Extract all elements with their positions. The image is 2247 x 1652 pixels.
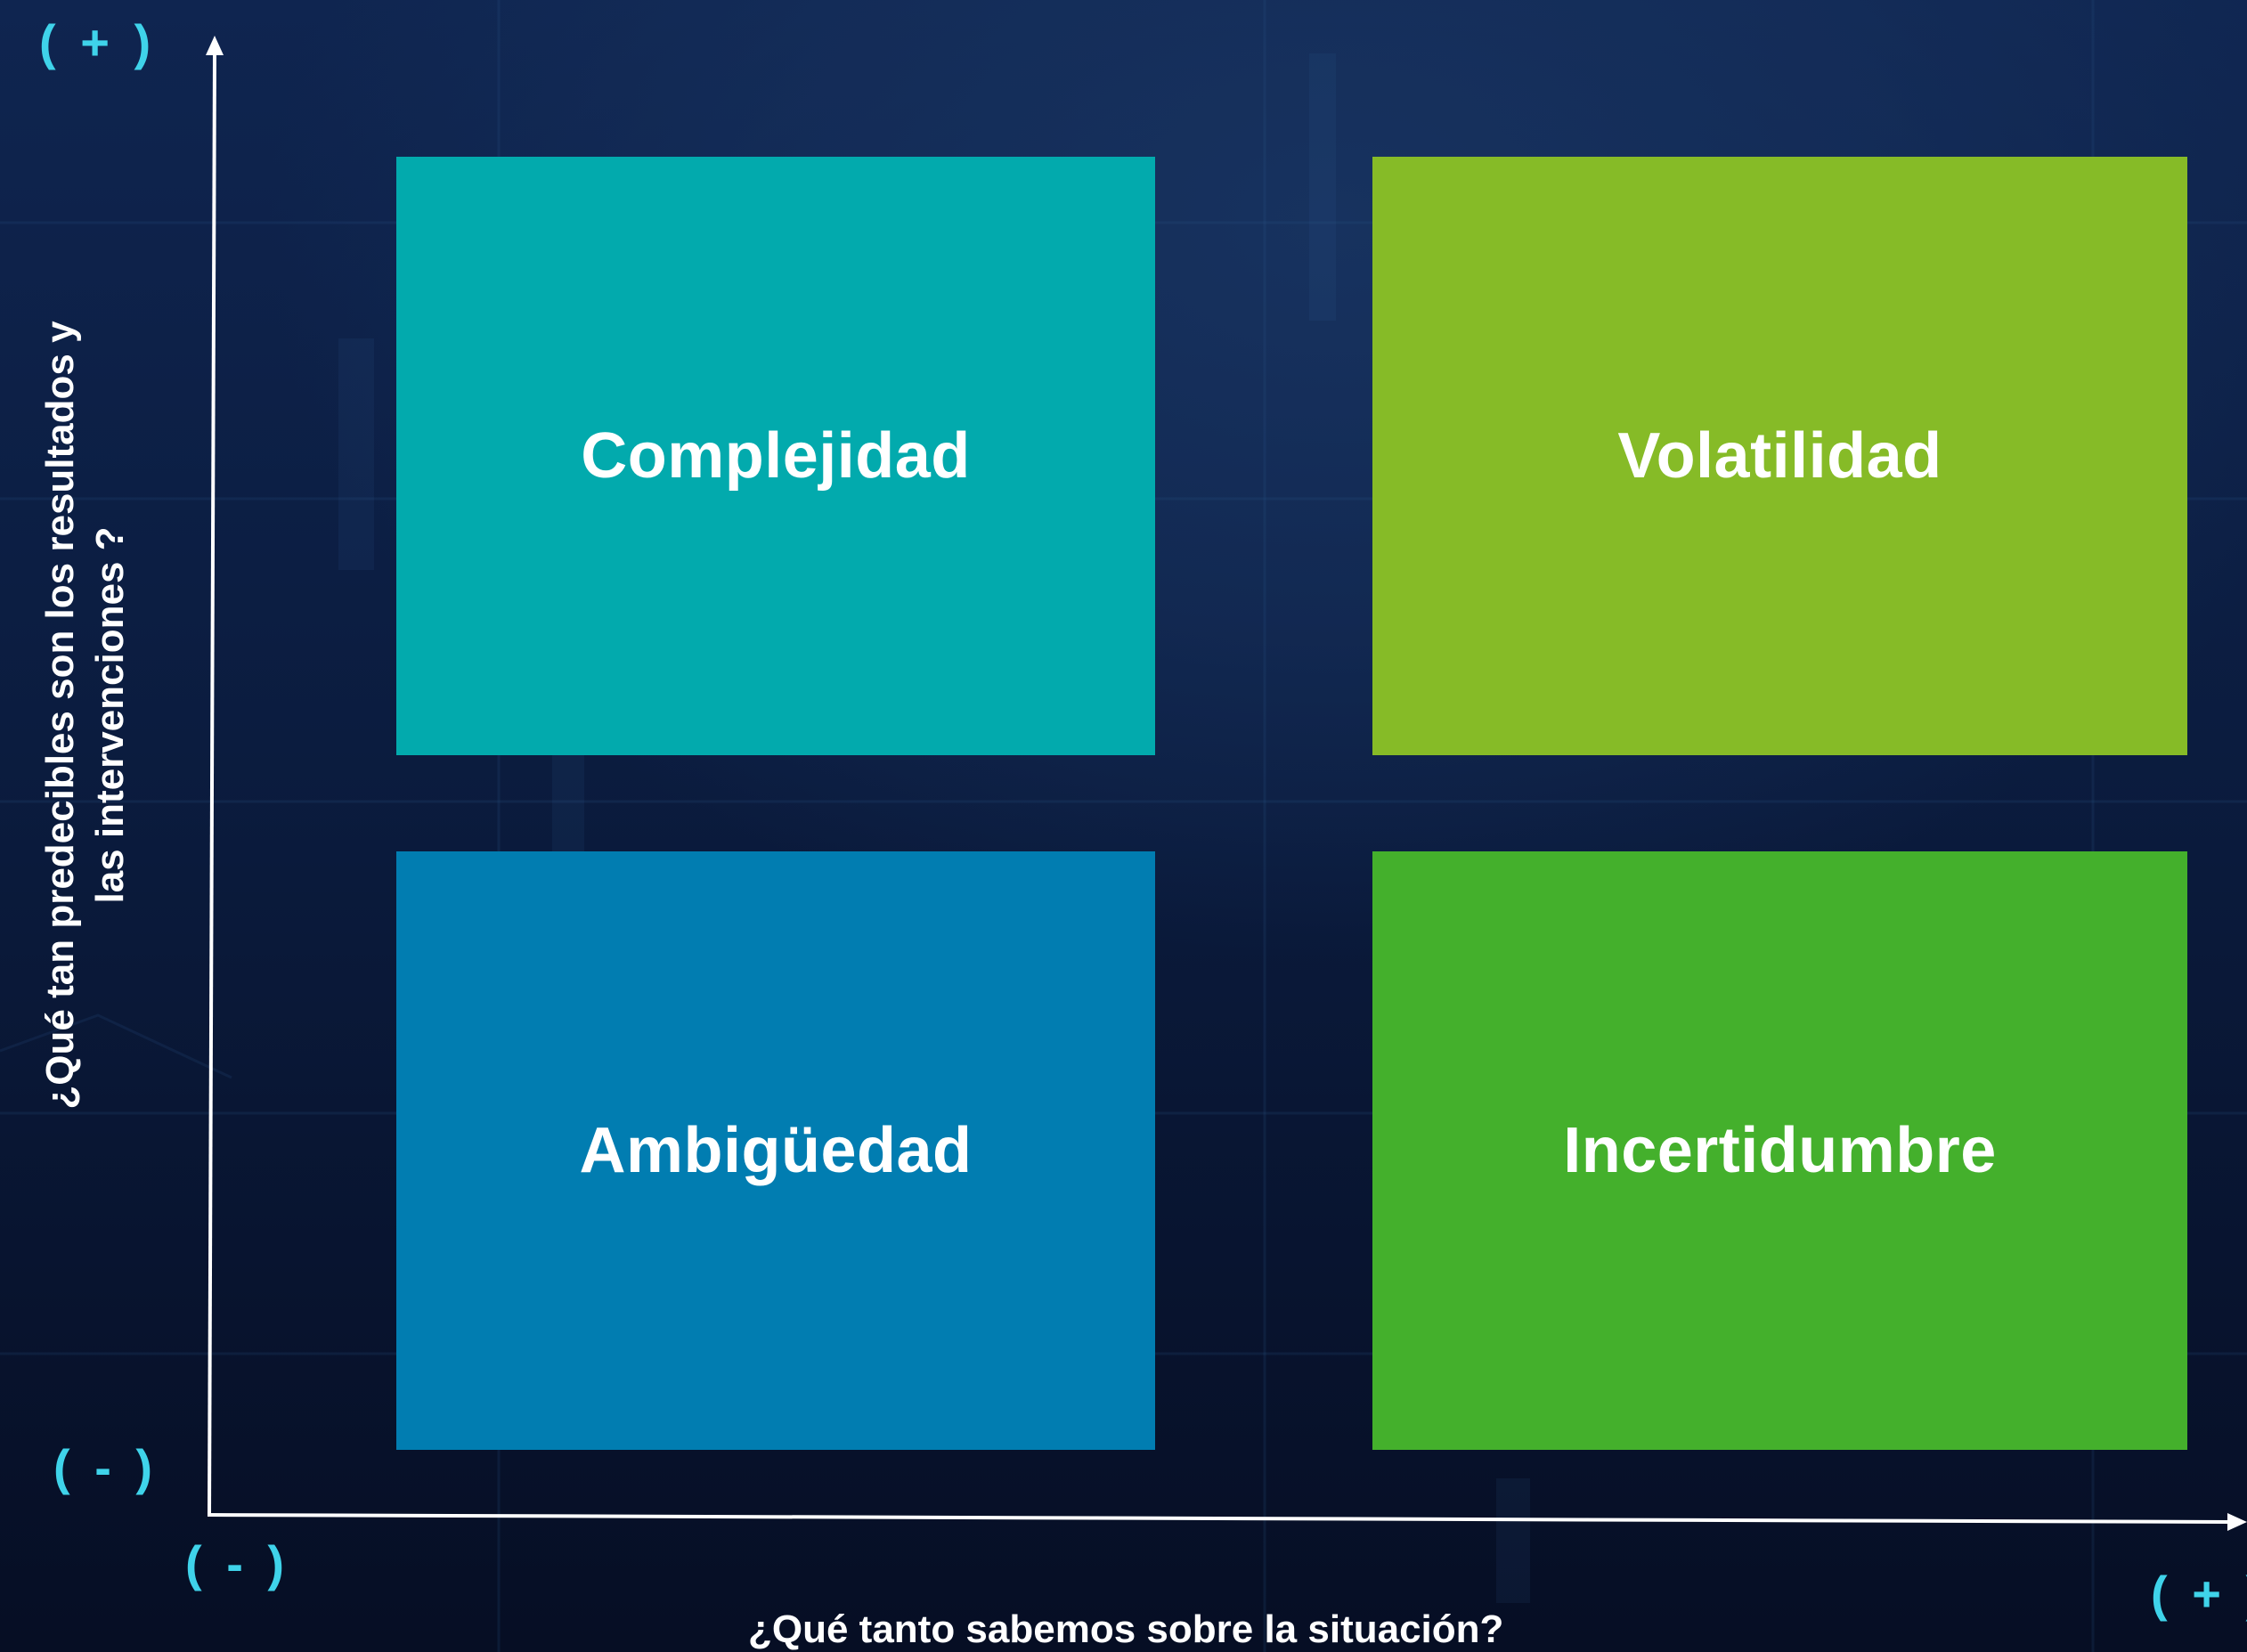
x-axis-arrow — [2227, 1513, 2247, 1531]
y-axis-title: ¿Qué tan predecibles son los resultados … — [36, 225, 135, 1205]
vuca-matrix-slide: Complejidad Volatilidad Ambigüedad Incer… — [0, 0, 2247, 1652]
x-axis-title: ¿Qué tanto sabemos sobre la situación? — [748, 1607, 1504, 1651]
y-axis-arrow — [206, 36, 224, 55]
quadrant-label-ambiguedad: Ambigüedad — [579, 1115, 973, 1186]
x-axis-minus-marker: ( - ) — [185, 1535, 290, 1591]
quadrant-complejidad: Complejidad — [396, 157, 1155, 755]
quadrant-label-volatilidad: Volatilidad — [1617, 420, 1942, 492]
quadrant-ambiguedad: Ambigüedad — [396, 851, 1155, 1450]
y-axis-title-line-1: ¿Qué tan predecibles son los resultados … — [38, 321, 82, 1110]
quadrant-incertidumbre: Incertidumbre — [1372, 851, 2187, 1450]
y-axis-plus-marker: ( + ) — [39, 14, 157, 70]
quadrant-volatilidad: Volatilidad — [1372, 157, 2187, 755]
quadrant-label-incertidumbre: Incertidumbre — [1563, 1115, 1997, 1186]
y-axis-line — [208, 54, 216, 1517]
x-axis-plus-marker: ( + ) — [2151, 1566, 2247, 1622]
x-axis-line — [207, 1513, 2232, 1524]
y-axis-minus-marker: ( - ) — [53, 1439, 159, 1495]
y-axis-title-line-2: las intervenciones ? — [88, 526, 132, 904]
quadrant-label-complejidad: Complejidad — [581, 420, 971, 492]
